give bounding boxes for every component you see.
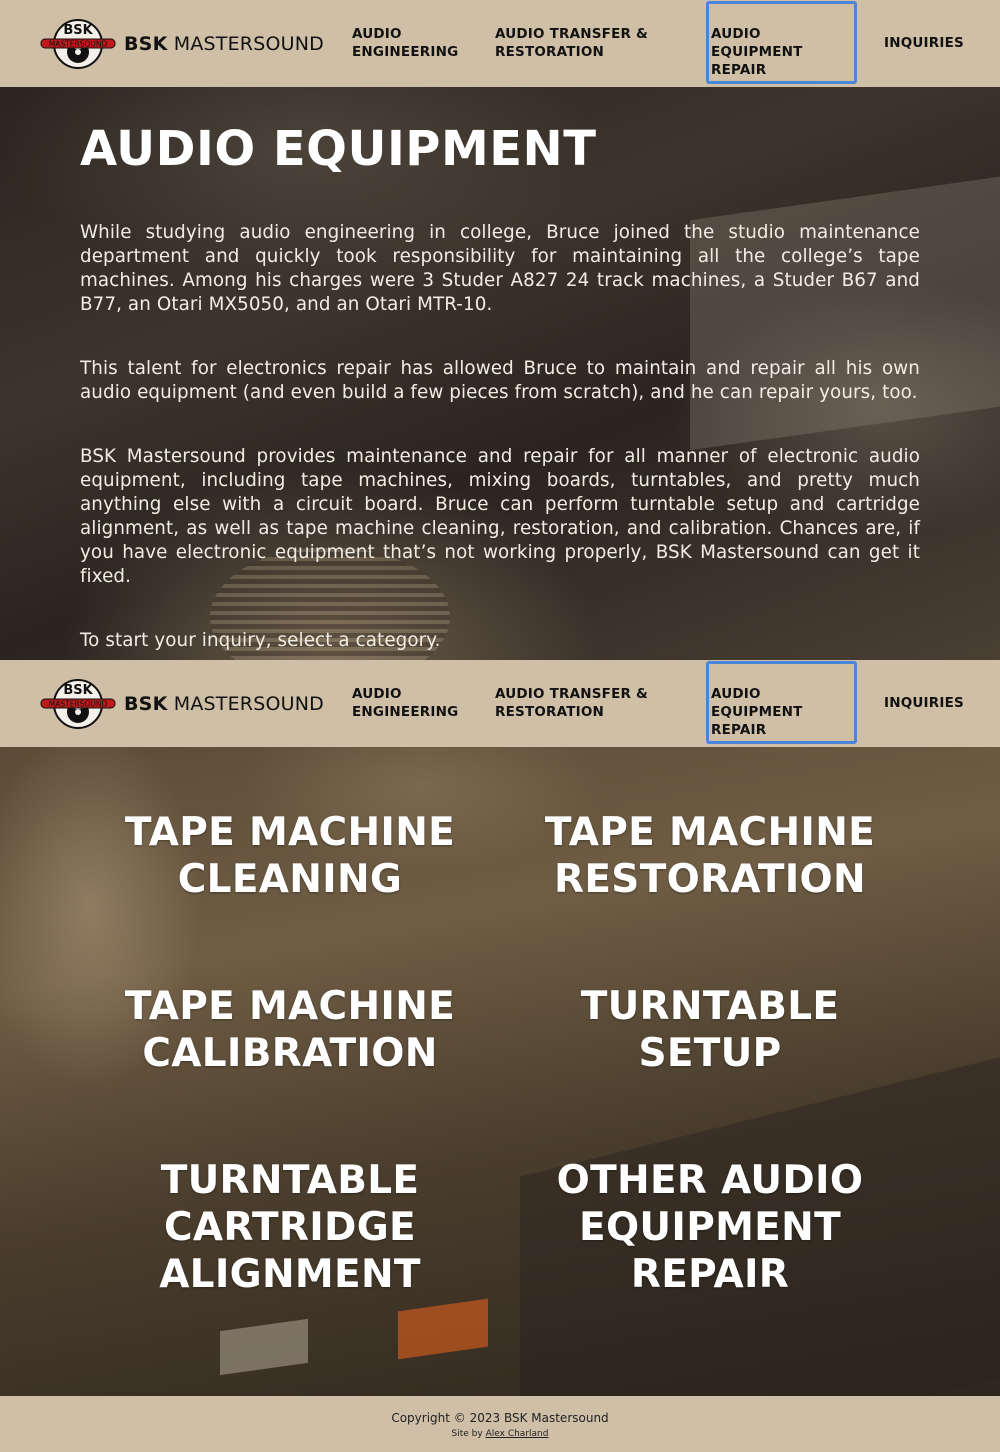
- nav-inquiries[interactable]: INQUIRIES: [884, 694, 964, 712]
- category-background-button-shape: [398, 1298, 488, 1360]
- category-other-audio-equipment-repair[interactable]: OTHER AUDIO EQUIPMENT REPAIR: [500, 1157, 920, 1298]
- site-credit: Site by Alex Charland: [451, 1429, 549, 1439]
- category-tape-machine-restoration[interactable]: TAPE MACHINE RESTORATION: [500, 809, 920, 903]
- category-background-button-shape: [220, 1318, 308, 1376]
- top-navbar: BSK MASTERSOUND BSK MASTERSOUND AUDIO ENG…: [0, 0, 1000, 87]
- category-tape-machine-calibration[interactable]: TAPE MACHINE CALIBRATION: [80, 983, 500, 1077]
- hero-section: AUDIO EQUIPMENT While studying audio eng…: [0, 87, 1000, 660]
- intro-paragraph-2: This talent for electronics repair has a…: [80, 358, 920, 403]
- svg-text:MASTERSOUND: MASTERSOUND: [49, 700, 108, 709]
- bsk-logo: BSK MASTERSOUND: [40, 678, 116, 730]
- svg-text:MASTERSOUND: MASTERSOUND: [49, 40, 108, 49]
- sticky-navbar: BSK MASTERSOUND BSK MASTERSOUND AUDIO ENG…: [0, 660, 1000, 747]
- intro-paragraph-3: BSK Mastersound provides maintenance and…: [80, 446, 920, 587]
- svg-text:BSK: BSK: [63, 683, 93, 698]
- bsk-logo: BSK MASTERSOUND: [40, 18, 116, 70]
- brand-link[interactable]: BSK MASTERSOUND BSK MASTERSOUND: [40, 18, 324, 70]
- nav-audio-transfer-restoration[interactable]: AUDIO TRANSFER & RESTORATION: [495, 25, 685, 61]
- page-title: AUDIO EQUIPMENT: [80, 121, 597, 177]
- brand-name: BSK MASTERSOUND: [124, 33, 324, 55]
- nav-audio-equipment-repair[interactable]: AUDIO EQUIPMENT REPAIR: [706, 1, 857, 84]
- category-turntable-setup[interactable]: TURNTABLE SETUP: [500, 983, 920, 1077]
- nav-audio-equipment-repair[interactable]: AUDIO EQUIPMENT REPAIR: [706, 661, 857, 744]
- footer: Copyright © 2023 BSK Mastersound Site by…: [0, 1396, 1000, 1452]
- nav-audio-transfer-restoration[interactable]: AUDIO TRANSFER & RESTORATION: [495, 685, 685, 721]
- brand-name: BSK MASTERSOUND: [124, 693, 324, 715]
- svg-text:BSK: BSK: [63, 23, 93, 38]
- category-turntable-cartridge-alignment[interactable]: TURNTABLE CARTRIDGE ALIGNMENT: [80, 1157, 500, 1298]
- credit-link[interactable]: Alex Charland: [486, 1429, 549, 1439]
- nav-audio-engineering[interactable]: AUDIO ENGINEERING: [352, 685, 472, 721]
- copyright-text: Copyright © 2023 BSK Mastersound: [391, 1411, 609, 1425]
- nav-audio-engineering[interactable]: AUDIO ENGINEERING: [352, 25, 472, 61]
- intro-paragraph-1: While studying audio engineering in coll…: [80, 222, 920, 315]
- category-section: TAPE MACHINE CLEANING TAPE MACHINE RESTORA…: [0, 747, 1000, 1396]
- category-tape-machine-cleaning[interactable]: TAPE MACHINE CLEANING: [80, 809, 500, 903]
- nav-inquiries[interactable]: INQUIRIES: [884, 34, 964, 52]
- inquiry-prompt: To start your inquiry, select a category…: [80, 630, 441, 651]
- brand-link[interactable]: BSK MASTERSOUND BSK MASTERSOUND: [40, 678, 324, 730]
